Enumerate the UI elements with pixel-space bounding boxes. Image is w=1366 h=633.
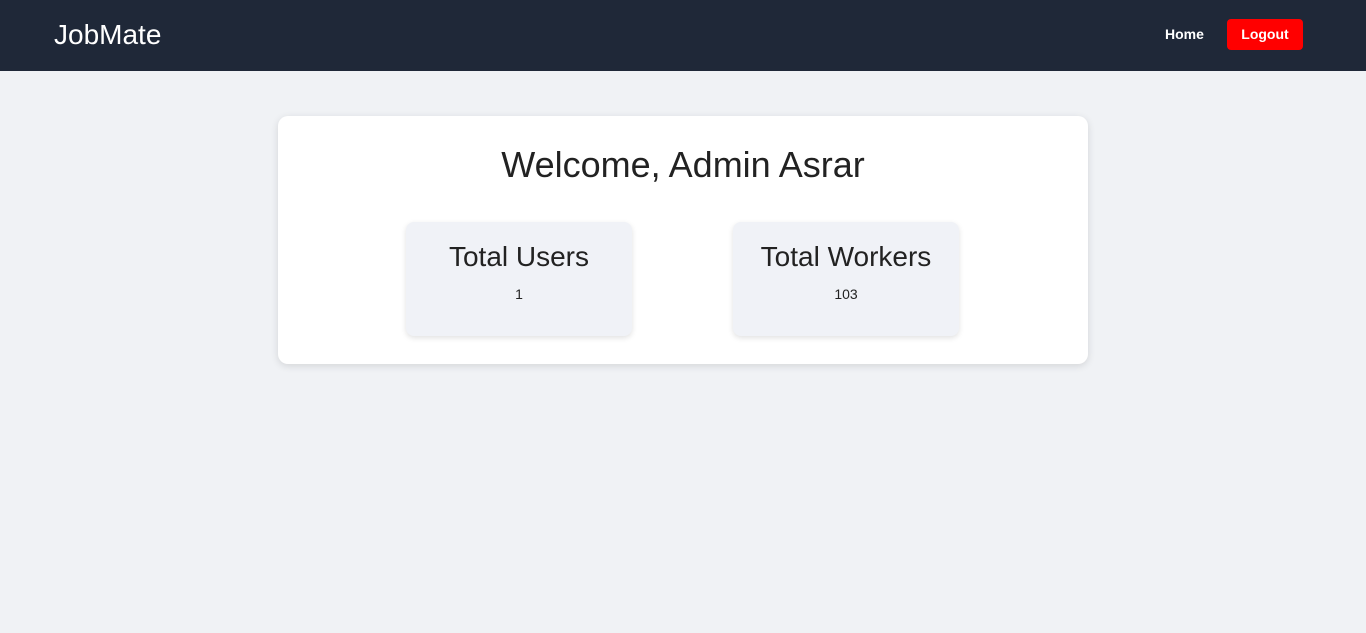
total-workers-card: Total Workers 103	[733, 222, 959, 336]
total-users-card: Total Users 1	[406, 222, 632, 336]
welcome-heading: Welcome, Admin Asrar	[501, 144, 865, 185]
home-link[interactable]: Home	[1165, 25, 1204, 43]
navbar: JobMate Home Logout	[0, 0, 1366, 71]
dashboard-panel: Welcome, Admin Asrar Total Users 1 Total…	[278, 116, 1088, 364]
total-workers-title: Total Workers	[760, 241, 932, 272]
total-users-title: Total Users	[448, 241, 590, 272]
logout-button[interactable]: Logout	[1227, 19, 1303, 50]
brand-logo[interactable]: JobMate	[54, 17, 161, 53]
total-users-value: 1	[515, 286, 523, 302]
total-workers-value: 103	[834, 286, 858, 302]
